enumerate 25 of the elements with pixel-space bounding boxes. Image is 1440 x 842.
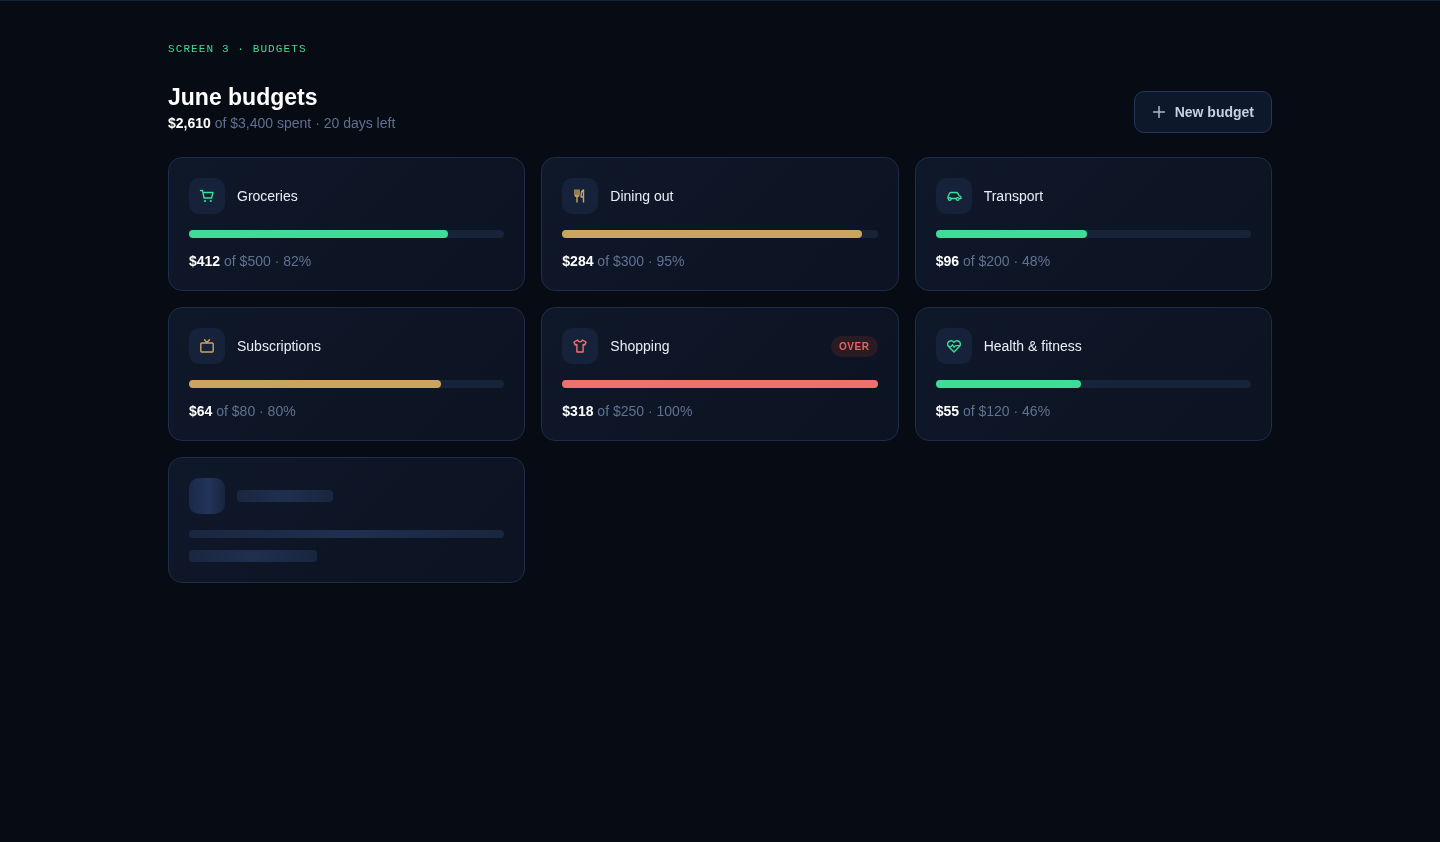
shirt-icon [562,328,599,364]
skeleton-icon [189,478,225,514]
amount-text: $284 of $300 · 95% [562,252,685,270]
over-badge: OVER [830,335,878,357]
amount-text: $55 of $120 · 46% [935,402,1051,420]
category-name: Health & fitness [983,338,1082,354]
page-eyebrow: SCREEN 3 · BUDGETS [168,42,307,56]
amount-text: $96 of $200 · 48% [935,252,1051,270]
heart-pulse-icon [935,328,972,364]
category-name: Transport [983,188,1044,204]
category-name: Shopping [610,338,670,354]
amount-text: $318 of $250 · 100% [562,402,693,420]
car-icon [935,178,972,214]
tv-icon [189,328,225,364]
page-subtitle: $2,610 of $3,400 spent · 20 days left [168,114,396,132]
amount-text: $64 of $80 · 80% [189,402,296,420]
fork-knife-icon [562,178,599,214]
category-name: Subscriptions [237,338,322,354]
category-name: Dining out [610,188,674,204]
amount-text: $412 of $500 · 82% [189,252,312,270]
page-title: June budgets [168,83,318,111]
new-budget-button[interactable]: New budget [1133,91,1272,133]
plus-icon [1152,106,1165,118]
category-name: Groceries [237,188,298,204]
cart-icon [189,178,225,214]
